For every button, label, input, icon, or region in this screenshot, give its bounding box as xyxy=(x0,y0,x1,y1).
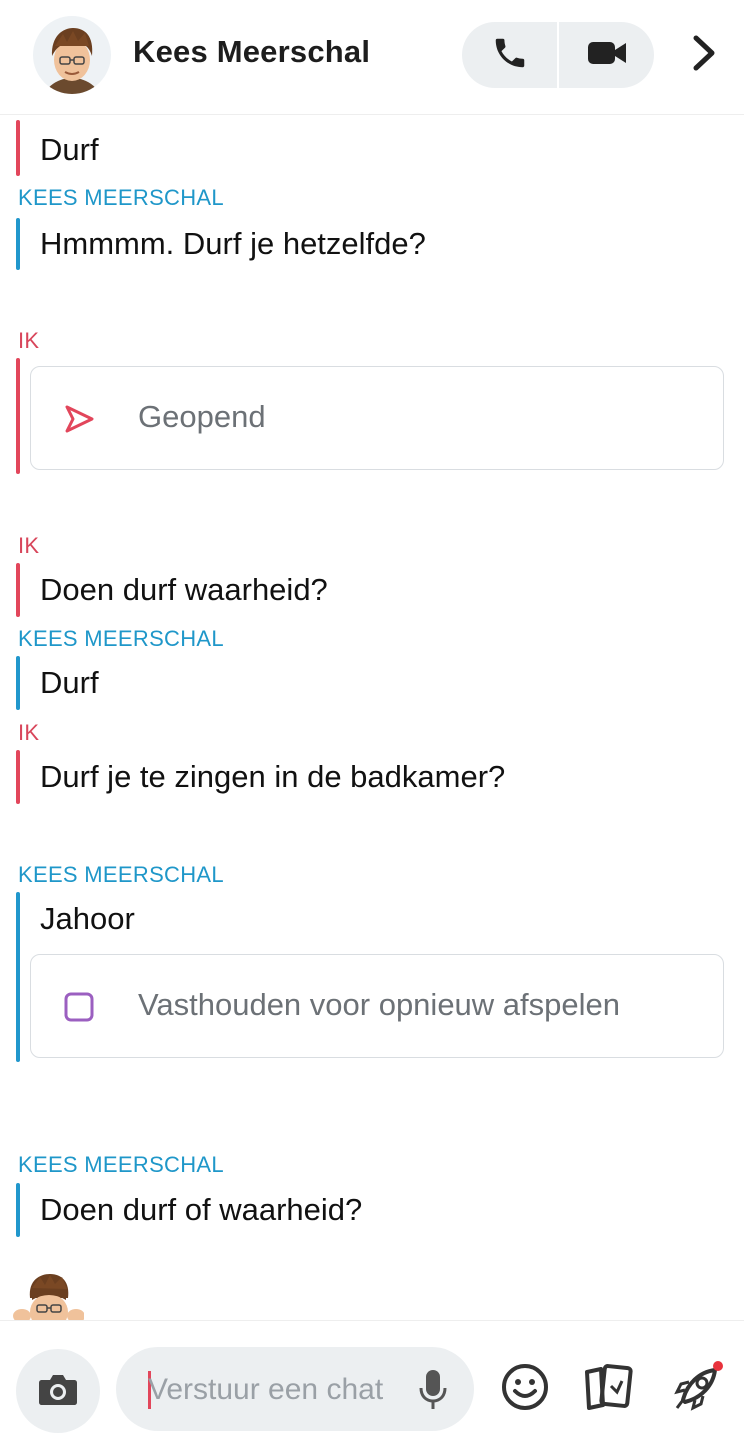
video-camera-icon xyxy=(587,38,627,73)
message-bar xyxy=(16,563,20,617)
contact-avatar[interactable] xyxy=(33,16,111,94)
emoji-button[interactable] xyxy=(497,1361,553,1417)
sender-label: IK xyxy=(18,720,40,745)
typing-bitmoji xyxy=(12,1272,84,1320)
chevron-right-icon xyxy=(691,34,717,77)
sender-label: KEES MEERSCHAL xyxy=(18,1152,224,1177)
message-bar xyxy=(16,120,20,176)
message-text: Jahoor xyxy=(40,901,135,936)
camera-button[interactable] xyxy=(16,1349,100,1433)
cards-icon xyxy=(581,1362,635,1417)
message-text: Hmmmm. Durf je hetzelfde? xyxy=(40,226,426,261)
message-text: Durf je te zingen in de badkamer? xyxy=(40,759,506,794)
message-bar xyxy=(16,892,20,1062)
message-bar xyxy=(16,656,20,710)
sender-label: IK xyxy=(18,533,40,558)
more-button[interactable] xyxy=(684,32,724,78)
smiley-icon xyxy=(500,1362,550,1417)
snap-card[interactable]: Geopend xyxy=(30,366,724,470)
message-text: Doen durf waarheid? xyxy=(40,572,328,607)
stickers-button[interactable] xyxy=(580,1361,636,1417)
message-text: Durf xyxy=(40,132,99,167)
call-buttons xyxy=(462,22,654,88)
games-button[interactable] xyxy=(668,1360,724,1419)
rocket-icon xyxy=(669,1360,723,1419)
snap-status: Vasthouden voor opnieuw afspelen xyxy=(138,987,620,1022)
sent-arrow-icon xyxy=(63,403,95,435)
camera-icon xyxy=(38,1372,78,1411)
chat-input-placeholder: Verstuur een chat xyxy=(148,1373,384,1406)
audio-call-button[interactable] xyxy=(462,22,557,88)
contact-name[interactable]: Kees Meerschal xyxy=(133,34,370,70)
message-bar xyxy=(16,218,20,270)
message-bar xyxy=(16,358,20,474)
message-bar xyxy=(16,1183,20,1237)
phone-icon xyxy=(491,34,529,77)
chat-input[interactable]: Verstuur een chat xyxy=(116,1347,474,1431)
sender-label: IK xyxy=(18,328,40,353)
chat-header: Kees Meerschal xyxy=(0,0,744,115)
message-text: Doen durf of waarheid? xyxy=(40,1192,363,1227)
microphone-icon[interactable] xyxy=(416,1367,450,1413)
chat-footer: Verstuur een chat xyxy=(0,1320,744,1449)
replay-square-icon xyxy=(63,991,95,1023)
snap-card[interactable]: Vasthouden voor opnieuw afspelen xyxy=(30,954,724,1058)
snap-status: Geopend xyxy=(138,399,266,434)
message-bar xyxy=(16,750,20,804)
sender-label: KEES MEERSCHAL xyxy=(18,862,224,887)
sender-label: KEES MEERSCHAL xyxy=(18,626,224,651)
sender-label: KEES MEERSCHAL xyxy=(18,185,224,210)
video-call-button[interactable] xyxy=(559,22,654,88)
message-text: Durf xyxy=(40,665,99,700)
